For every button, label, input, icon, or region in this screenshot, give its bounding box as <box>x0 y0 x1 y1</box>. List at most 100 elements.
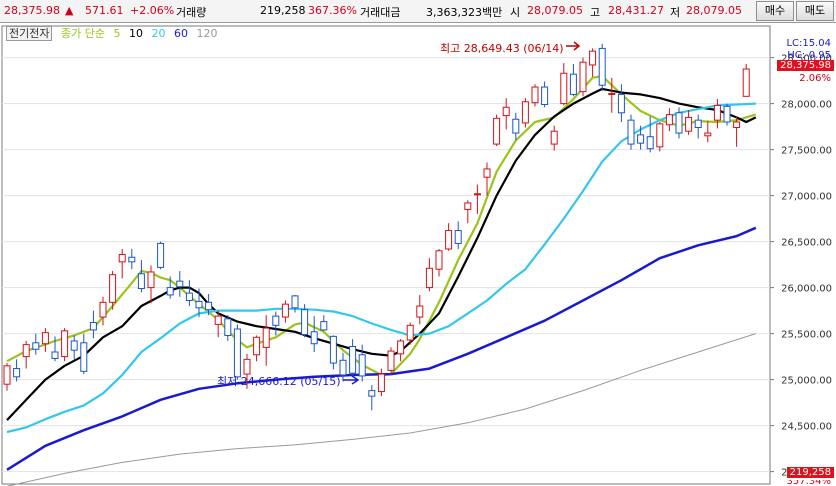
ma-line-5 <box>6 74 757 377</box>
amount-label: 거래대금 <box>360 6 401 19</box>
candle-body <box>704 132 712 137</box>
candle-body <box>291 295 299 309</box>
candle-body <box>512 118 520 134</box>
price-change: 571.61 <box>85 4 124 17</box>
candle-body <box>646 136 654 150</box>
candle-body <box>579 61 587 93</box>
ma-type-label: 종가 단순 <box>60 27 105 40</box>
volume-label: 거래량 <box>176 6 207 19</box>
candle-body <box>329 335 337 364</box>
candle-body <box>99 301 107 318</box>
legend-ma-20: 20 <box>151 27 166 40</box>
candle-body <box>272 315 280 326</box>
candle-body <box>387 350 395 371</box>
candle-body <box>464 202 472 210</box>
y-tick-label: 25,000.00 <box>781 376 832 387</box>
y-tick-label: 24,500.00 <box>781 422 832 433</box>
y-tick-label: 28,000.00 <box>781 100 832 111</box>
candle-body <box>733 121 741 129</box>
low-annotation: 최저 24,666.12 (05/15) <box>217 375 341 388</box>
candle-body <box>176 280 184 288</box>
chart-legend: 전기전자 종가 단순 5 10 20 60 120 <box>6 25 222 41</box>
y-tick-label: 27,500.00 <box>781 146 832 157</box>
candle-body <box>637 134 645 144</box>
candle-body <box>301 309 309 336</box>
candle-body <box>445 230 453 250</box>
candle-body <box>281 303 289 318</box>
candle-body <box>406 324 414 341</box>
open-value: 28,079.05 <box>527 4 583 17</box>
low-value: 28,079.05 <box>686 4 742 17</box>
legend-ma-60: 60 <box>173 27 188 40</box>
volume-value: 219,258 <box>260 4 306 17</box>
candle-body <box>214 315 222 325</box>
up-arrow-icon: ▲ <box>65 4 74 17</box>
open-label: 시 <box>510 6 521 19</box>
candle-body <box>185 292 193 301</box>
candle-body <box>397 340 405 355</box>
price-change-pct: +2.06% <box>130 4 175 17</box>
sell-button[interactable]: 매도 <box>796 1 834 21</box>
candle-body <box>205 301 213 311</box>
candle-body <box>243 358 251 375</box>
candle-body <box>137 273 145 290</box>
candle-body <box>560 72 568 105</box>
candle-body <box>166 287 174 296</box>
legend-ma-5: 5 <box>113 27 121 40</box>
candle-body <box>147 271 155 289</box>
candle-body <box>61 330 69 358</box>
candle-body <box>627 119 635 145</box>
candle-body <box>531 86 539 104</box>
candle-body <box>473 193 481 196</box>
last-price-box: 28,375.98 <box>777 60 834 71</box>
candle-body <box>22 344 30 358</box>
amount-value: 3,363,323백만 <box>426 6 503 19</box>
ma-line-120 <box>6 333 756 486</box>
candle-body <box>723 105 731 123</box>
high-label: 고 <box>590 6 601 19</box>
candle-body <box>157 242 165 268</box>
legend-ma-10: 10 <box>128 27 143 40</box>
candle-body <box>32 342 40 350</box>
buy-button[interactable]: 매수 <box>756 1 794 21</box>
candle-body <box>742 68 750 97</box>
candle-body <box>665 114 673 126</box>
high-arrow-icon <box>566 41 581 51</box>
low-label: 저 <box>670 6 681 19</box>
candle-body <box>598 47 606 86</box>
y-tick-label: 27,000.00 <box>781 192 832 203</box>
legend-ma-120: 120 <box>196 27 218 40</box>
candle-body <box>550 130 558 145</box>
ma-line-60 <box>6 226 757 471</box>
candle-body <box>454 230 462 244</box>
volume-box: 219,258 <box>786 467 834 478</box>
candle-body <box>349 345 357 374</box>
current-price: 28,375.98 <box>4 4 60 17</box>
last-pct-label: 2.06% <box>799 73 831 84</box>
candle-body <box>483 168 491 178</box>
candle-body <box>51 351 59 359</box>
candle-body <box>541 86 549 106</box>
candle-body <box>694 119 702 129</box>
candle-body <box>339 359 347 376</box>
candle-body <box>569 73 577 95</box>
plot-frame <box>1 25 771 485</box>
candle-body <box>109 274 117 303</box>
candle-body <box>262 327 270 348</box>
candle-body <box>713 104 721 121</box>
low-arrow-icon <box>343 375 360 385</box>
lc-readout: LC:15.04 <box>786 38 831 49</box>
candle-body <box>377 373 385 393</box>
price-chart[interactable]: 28,500.0028,000.0027,500.0027,000.0026,5… <box>0 22 836 486</box>
candle-body <box>675 112 683 134</box>
candle-body <box>70 340 78 351</box>
candle-body <box>608 92 616 95</box>
candle-body <box>617 93 625 114</box>
y-tick-label: 26,500.00 <box>781 238 832 249</box>
quote-bar: 28,375.98 ▲ 571.61 +2.06% 거래량 219,258 36… <box>0 0 836 23</box>
high-annotation: 최고 28,649.43 (06/14) <box>440 42 564 55</box>
candle-body <box>224 318 232 336</box>
candle-body <box>118 253 126 263</box>
stock-name-button[interactable]: 전기전자 <box>6 26 53 41</box>
volume-pct: 367.36% <box>308 4 357 17</box>
